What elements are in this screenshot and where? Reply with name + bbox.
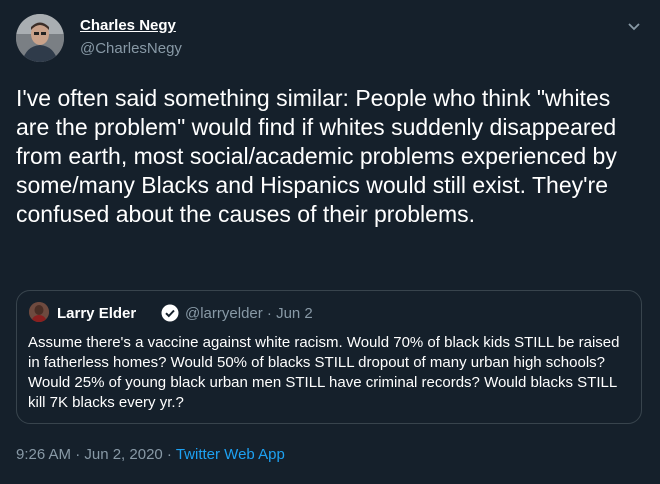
tweet-timestamp[interactable]: 9:26 AM · Jun 2, 2020 · [16, 446, 172, 463]
verified-badge-icon [161, 304, 179, 322]
tweet-text: I've often said something similar: Peopl… [16, 85, 617, 227]
quoted-author-handle[interactable]: @larryelder [185, 305, 263, 322]
tweet-metadata: 9:26 AM · Jun 2, 2020 · Twitter Web App [16, 446, 285, 463]
author-name[interactable]: Charles Negy [80, 17, 176, 34]
author-avatar[interactable] [16, 14, 64, 62]
tweet-card: Charles Negy @CharlesNegy I've often sai… [0, 0, 660, 484]
chevron-down-icon[interactable] [624, 16, 644, 36]
quoted-author-name[interactable]: Larry Elder [57, 305, 136, 322]
quoted-author-avatar[interactable] [29, 302, 49, 322]
quoted-avatar-photo [29, 302, 49, 322]
tweet-source-app[interactable]: Twitter Web App [176, 446, 285, 463]
quoted-tweet[interactable]: Larry Elder @larryelder · Jun 2 Assume t… [16, 290, 642, 424]
quoted-tweet-text: Assume there's a vaccine against white r… [28, 334, 620, 411]
quoted-date[interactable]: · Jun 2 [267, 305, 313, 322]
author-handle[interactable]: @CharlesNegy [80, 40, 182, 57]
avatar-photo [16, 14, 64, 62]
quoted-author-handle-date[interactable]: @larryelder · Jun 2 [185, 305, 313, 322]
